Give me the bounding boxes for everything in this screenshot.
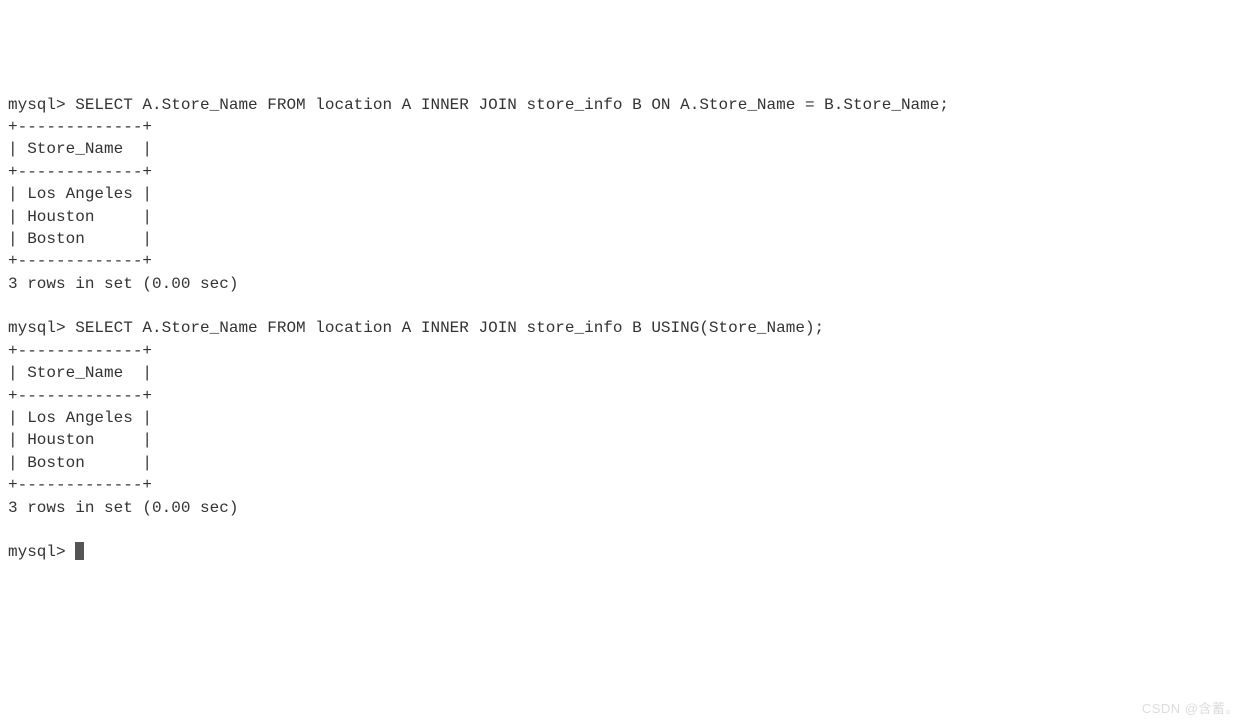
watermark-text: CSDN @含蓄。: [1142, 700, 1239, 718]
table-border: +-------------+: [8, 387, 152, 405]
table-border: +-------------+: [8, 342, 152, 360]
table-border: +-------------+: [8, 118, 152, 136]
table-row: | Boston |: [8, 230, 152, 248]
table-border: +-------------+: [8, 252, 152, 270]
table-row: | Los Angeles |: [8, 409, 152, 427]
table-row: | Houston |: [8, 431, 152, 449]
result-footer: 3 rows in set (0.00 sec): [8, 275, 238, 293]
table-border: +-------------+: [8, 476, 152, 494]
table-header: | Store_Name |: [8, 364, 152, 382]
mysql-prompt: mysql>: [8, 96, 75, 114]
result-footer: 3 rows in set (0.00 sec): [8, 499, 238, 517]
table-row: | Boston |: [8, 454, 152, 472]
terminal-output: mysql> SELECT A.Store_Name FROM location…: [8, 94, 1241, 564]
sql-query-1: SELECT A.Store_Name FROM location A INNE…: [75, 96, 949, 114]
mysql-prompt[interactable]: mysql>: [8, 543, 75, 561]
sql-query-2: SELECT A.Store_Name FROM location A INNE…: [75, 319, 824, 337]
table-row: | Houston |: [8, 208, 152, 226]
table-header: | Store_Name |: [8, 140, 152, 158]
table-row: | Los Angeles |: [8, 185, 152, 203]
mysql-prompt: mysql>: [8, 319, 75, 337]
cursor-icon: [75, 542, 84, 560]
table-border: +-------------+: [8, 163, 152, 181]
